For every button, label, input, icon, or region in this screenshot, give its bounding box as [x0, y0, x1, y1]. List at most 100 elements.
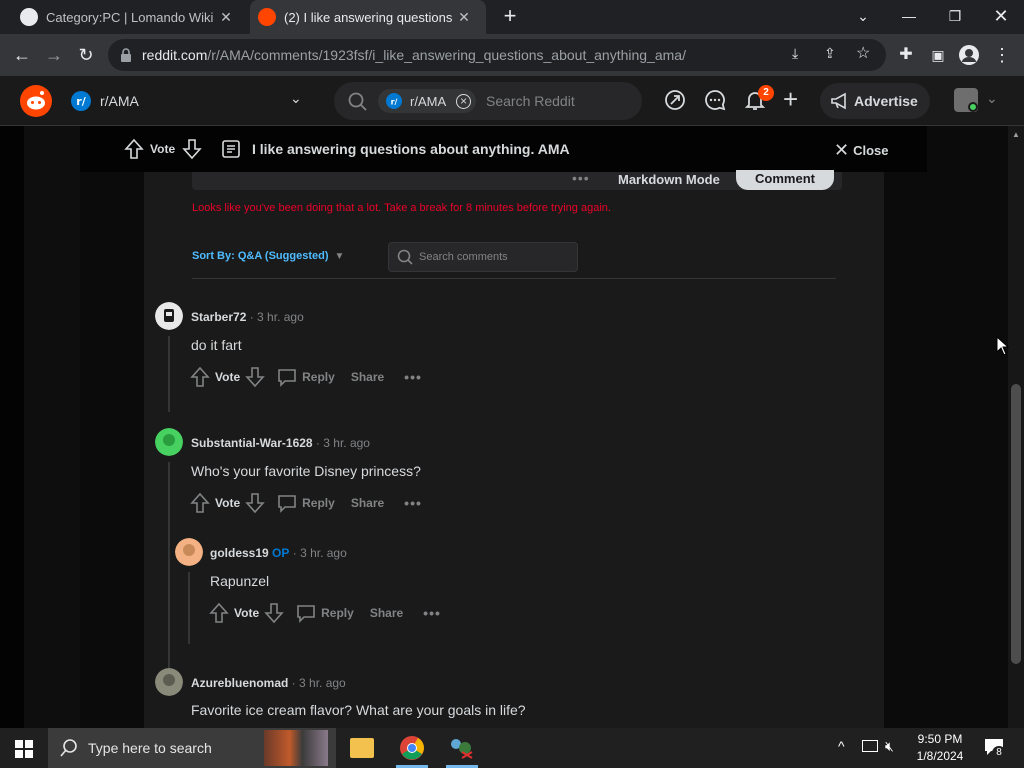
reddit-logo-icon[interactable] [20, 85, 52, 117]
avatar[interactable] [155, 302, 183, 330]
new-tab-button[interactable]: + [500, 5, 520, 27]
share-button[interactable]: Share [351, 370, 384, 384]
popular-arrow-icon[interactable] [663, 88, 687, 112]
thread-line[interactable] [168, 462, 170, 684]
create-post-plus-icon[interactable]: + [783, 85, 798, 113]
more-options-icon[interactable]: ••• [572, 170, 590, 186]
comment-author[interactable]: goldess19 OP · 3 hr. ago [210, 546, 347, 560]
upvote-arrow-icon[interactable] [208, 602, 230, 624]
close-tab-icon[interactable]: ✕ [218, 9, 234, 26]
search-input[interactable]: Search Reddit [486, 93, 575, 109]
lock-icon[interactable] [120, 48, 132, 62]
community-icon: r/ [71, 91, 91, 111]
forward-arrow-icon[interactable]: → [42, 43, 66, 67]
comment-author[interactable]: Starber72 · 3 hr. ago [191, 310, 304, 324]
reply-button[interactable]: Reply [321, 606, 354, 620]
taskbar-clock[interactable]: 9:50 PM 1/8/2024 [908, 731, 972, 765]
address-bar[interactable]: reddit.com/r/AMA/comments/1923fsf/i_like… [108, 39, 886, 71]
action-center-icon[interactable]: 8 [984, 738, 1006, 760]
downvote-arrow-icon[interactable] [244, 492, 266, 514]
search-community-chip[interactable]: r/ r/AMA × [378, 89, 476, 113]
community-switcher[interactable]: r/AMA [100, 93, 139, 109]
reply-bubble-icon[interactable] [276, 366, 298, 388]
background-right-gutter [927, 126, 1008, 728]
chat-icon[interactable] [703, 88, 727, 112]
comment-author[interactable]: Azurebluenomad · 3 hr. ago [191, 676, 346, 690]
user-avatar[interactable] [954, 88, 978, 112]
comments-section: ••• Markdown Mode Comment Looks like you… [144, 170, 884, 728]
more-options-icon[interactable]: ••• [404, 369, 422, 385]
search-highlight-image [264, 730, 328, 766]
notification-count-badge: 8 [992, 746, 1006, 760]
reply-bubble-icon[interactable] [295, 602, 317, 624]
avatar[interactable] [155, 668, 183, 696]
show-hidden-icons-chevron-icon[interactable]: ^ [838, 738, 845, 754]
thread-line[interactable] [168, 336, 170, 412]
chrome-menu-icon[interactable]: ⋮ [990, 43, 1014, 67]
downvote-arrow-icon[interactable] [182, 138, 202, 160]
advertise-label: Advertise [854, 93, 918, 109]
profile-avatar-icon[interactable] [958, 44, 980, 66]
markdown-mode-toggle[interactable]: Markdown Mode [618, 172, 720, 187]
share-button[interactable]: Share [370, 606, 403, 620]
bookmark-star-icon[interactable]: ☆ [856, 43, 870, 63]
downvote-arrow-icon[interactable] [244, 366, 266, 388]
downvote-arrow-icon[interactable] [263, 602, 285, 624]
share-button[interactable]: Share [351, 496, 384, 510]
upvote-arrow-icon[interactable] [189, 366, 211, 388]
close-tab-icon[interactable]: ✕ [456, 9, 472, 26]
reddit-search-bar[interactable]: r/ r/AMA × Search Reddit [334, 82, 642, 120]
tab-search-chevron-icon[interactable]: ⌄ [851, 4, 875, 28]
install-app-icon[interactable]: ⤓ [792, 45, 798, 62]
reload-icon[interactable]: ↻ [74, 43, 98, 67]
caret-down-icon: ▼ [334, 250, 345, 262]
remove-chip-icon[interactable]: × [456, 93, 472, 109]
avatar[interactable] [175, 538, 203, 566]
back-arrow-icon[interactable]: ← [10, 43, 34, 67]
reddit-favicon-icon [258, 8, 276, 26]
chevron-down-icon[interactable]: ⌄ [290, 90, 302, 107]
upvote-arrow-icon[interactable] [124, 138, 144, 160]
search-icon [60, 739, 77, 757]
browser-tab-lomando-wiki[interactable]: Category:PC | Lomando Wiki | Fa ✕ [12, 0, 248, 34]
sort-comments-dropdown[interactable]: Sort By: Q&A (Suggested) ▼ [192, 250, 344, 262]
chrome-icon[interactable] [400, 736, 424, 760]
browser-tab-reddit[interactable]: (2) I like answering questions ab ✕ [250, 0, 486, 34]
search-comments-input[interactable]: Search comments [388, 242, 578, 272]
taskbar-search-box[interactable]: Type here to search [48, 728, 336, 768]
scrollbar-thumb[interactable] [1011, 384, 1021, 664]
restore-window-button[interactable]: ❐ [943, 4, 967, 28]
minimize-window-button[interactable]: — [897, 4, 921, 28]
scroll-up-arrow-icon[interactable]: ▲ [1012, 130, 1020, 139]
app-icon[interactable] [448, 736, 474, 760]
reply-button[interactable]: Reply [302, 496, 335, 510]
clock-date: 1/8/2024 [916, 749, 964, 763]
reply-button[interactable]: Reply [302, 370, 335, 384]
tab-title: Category:PC | Lomando Wiki | Fa [46, 9, 218, 25]
comment-actions: Vote Reply Share ••• [208, 602, 441, 624]
windows-start-icon[interactable] [15, 740, 33, 758]
close-post-button[interactable]: ✕ Close [834, 140, 889, 161]
reply-bubble-icon[interactable] [276, 492, 298, 514]
vote-count: Vote [234, 606, 260, 620]
close-window-button[interactable]: ✕ [989, 4, 1013, 28]
page-scrollbar[interactable]: ▲ [1008, 126, 1024, 728]
share-icon[interactable]: ⇪ [824, 45, 836, 62]
more-options-icon[interactable]: ••• [404, 495, 422, 511]
avatar[interactable] [155, 428, 183, 456]
network-icon[interactable] [862, 740, 878, 752]
comment-author[interactable]: Substantial-War-1628 · 3 hr. ago [191, 436, 370, 450]
search-icon [397, 249, 413, 265]
chevron-down-icon[interactable]: ⌄ [986, 90, 998, 107]
comment-actions: Vote Reply Share ••• [189, 492, 422, 514]
volume-muted-icon[interactable]: 🔇︎ [885, 738, 894, 755]
upvote-arrow-icon[interactable] [189, 492, 211, 514]
advertise-button[interactable]: Advertise [820, 83, 930, 119]
op-badge: OP [272, 546, 290, 560]
more-options-icon[interactable]: ••• [423, 605, 441, 621]
side-panel-icon[interactable]: ▣ [926, 43, 950, 67]
comment-submit-button[interactable]: Comment [736, 170, 834, 190]
extensions-puzzle-icon[interactable]: ✚ [894, 43, 918, 67]
thread-line[interactable] [188, 572, 190, 644]
file-explorer-icon[interactable] [350, 738, 374, 758]
